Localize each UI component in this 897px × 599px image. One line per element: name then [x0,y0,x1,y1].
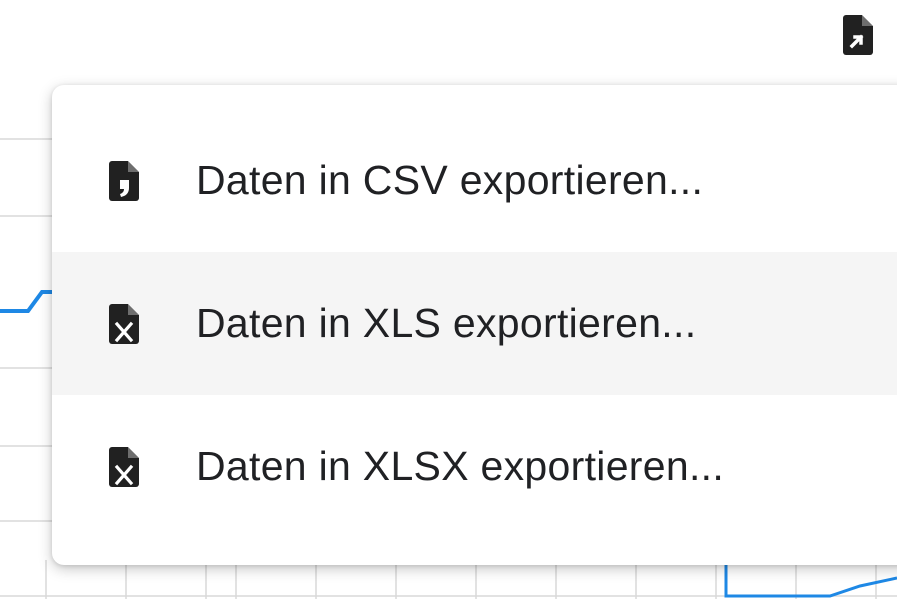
screen: Daten in CSV exportieren... Daten in XLS… [0,0,897,599]
menu-item-export-xlsx[interactable]: Daten in XLSX exportieren... [52,395,897,538]
export-button[interactable] [836,10,880,60]
chart-series-line-right [724,560,897,598]
excel-file-icon [109,303,139,344]
csv-file-icon [109,160,139,201]
menu-item-label: Daten in XLSX exportieren... [196,443,725,489]
menu-item-label: Daten in XLS exportieren... [196,300,697,346]
chart-series-line-left [0,290,58,313]
menu-item-label: Daten in CSV exportieren... [196,157,704,203]
menu-item-export-csv[interactable]: Daten in CSV exportieren... [52,109,897,252]
excel-file-icon [109,446,139,487]
file-export-icon [843,15,873,55]
export-menu: Daten in CSV exportieren... Daten in XLS… [52,85,897,565]
menu-item-export-xls[interactable]: Daten in XLS exportieren... [52,252,897,395]
